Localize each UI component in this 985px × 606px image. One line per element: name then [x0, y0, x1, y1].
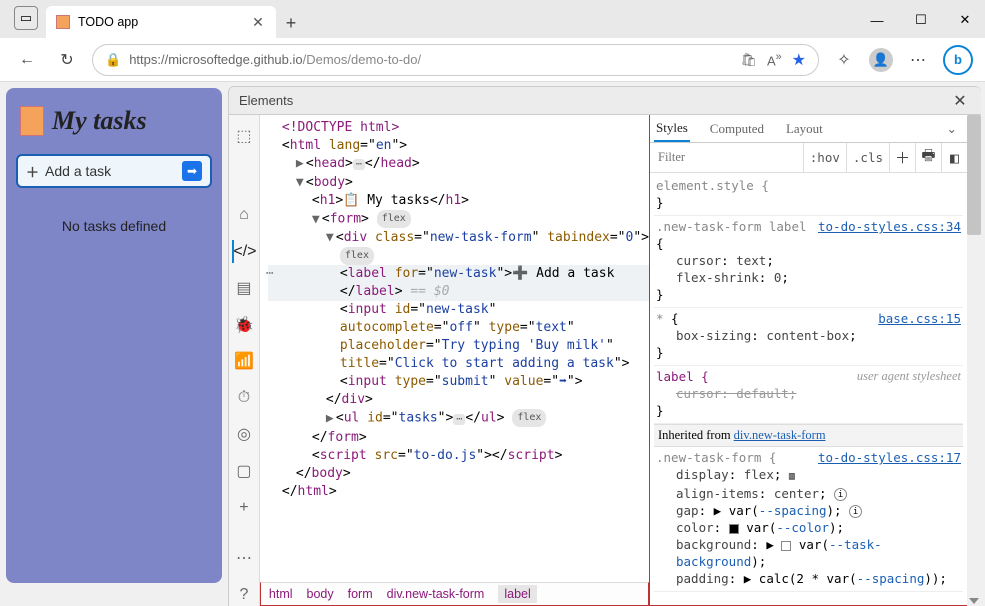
address-bar[interactable]: 🔒 https://microsoftedge.github.io/Demos/… [92, 44, 819, 76]
inherited-link[interactable]: div.new-task-form [734, 428, 826, 442]
tab-title: TODO app [78, 15, 242, 29]
source-link[interactable]: to-do-styles.css:17 [818, 449, 961, 466]
add-task-input[interactable]: ＋ Add a task ➡ [16, 154, 212, 188]
network-icon[interactable]: 📶 [232, 350, 256, 373]
add-panel-icon[interactable]: + [232, 496, 256, 519]
more-icon[interactable]: ⋯ [903, 45, 933, 75]
note-icon [20, 106, 44, 136]
favicon-icon [56, 15, 70, 29]
computed-sidebar-icon[interactable]: ◧ [941, 143, 967, 172]
devtools-activity-bar: ⬚ ⌂ </> ▤ 🐞 📶 ⏱ ◎ ▢ + ⋯ ? [229, 115, 260, 606]
elements-icon[interactable]: </> [232, 240, 256, 263]
memory-icon[interactable]: ◎ [232, 423, 256, 446]
styles-rules[interactable]: element.style { } .new-task-form label t… [650, 173, 967, 605]
console-icon[interactable]: ▤ [232, 277, 256, 300]
maximize-button[interactable]: ☐ [909, 8, 933, 32]
inspect-icon[interactable]: ⬚ [232, 125, 256, 148]
devtools-tab-elements[interactable]: Elements [239, 93, 293, 108]
shopping-icon[interactable]: 🛍 [740, 52, 757, 68]
read-aloud-icon[interactable]: A» [767, 51, 782, 68]
plus-icon: ＋ [26, 162, 39, 181]
more-tools-icon[interactable]: ⋯ [232, 547, 256, 570]
close-tab-icon[interactable]: ✕ [250, 14, 266, 31]
print-icon[interactable]: 🖶 [915, 143, 941, 172]
performance-icon[interactable]: ⏱ [232, 387, 256, 410]
help-icon[interactable]: ? [232, 583, 256, 606]
favorites-icon[interactable]: ✧ [829, 45, 859, 75]
page-viewport: My tasks ＋ Add a task ➡ No tasks defined [0, 82, 228, 606]
favorite-icon[interactable]: ★ [792, 50, 806, 70]
back-button[interactable]: ← [12, 45, 42, 75]
styles-filter-input[interactable] [650, 146, 803, 169]
bing-icon[interactable]: b [943, 45, 973, 75]
sources-icon[interactable]: 🐞 [232, 313, 256, 336]
source-link[interactable]: base.css:15 [878, 310, 961, 327]
tab-styles[interactable]: Styles [654, 116, 690, 142]
new-tab-button[interactable]: + [276, 8, 306, 38]
cls-toggle[interactable]: .cls [846, 143, 889, 172]
dom-breadcrumb[interactable]: html body form div.new-task-form label [260, 582, 649, 606]
dom-tree[interactable]: <!DOCTYPE html> <html lang="en"> ▶<head>… [260, 115, 649, 582]
url-text: https://microsoftedge.github.io/Demos/de… [129, 52, 732, 67]
browser-toolbar: ← ↻ 🔒 https://microsoftedge.github.io/De… [0, 38, 985, 82]
refresh-button[interactable]: ↻ [52, 45, 82, 75]
new-rule-icon[interactable]: ＋ [889, 143, 915, 172]
profile-avatar[interactable]: 👤 [869, 48, 893, 72]
add-task-label: Add a task [45, 163, 182, 179]
tab-computed[interactable]: Computed [708, 117, 766, 141]
source-link[interactable]: to-do-styles.css:34 [818, 218, 961, 235]
tab-actions-icon[interactable]: ▭ [14, 6, 38, 30]
welcome-icon[interactable]: ⌂ [232, 204, 256, 227]
empty-state: No tasks defined [16, 218, 212, 234]
lock-icon: 🔒 [105, 52, 121, 68]
page-title: My tasks [20, 106, 212, 136]
window-titlebar: ▭ TODO app ✕ + — ☐ ✕ [0, 0, 985, 38]
devtools: Elements ✕ ⬚ ⌂ </> ▤ 🐞 📶 ⏱ ◎ ▢ + ⋯ ? [228, 86, 981, 606]
devtools-close-icon[interactable]: ✕ [949, 90, 971, 112]
application-icon[interactable]: ▢ [232, 460, 256, 483]
close-window-button[interactable]: ✕ [953, 8, 977, 32]
hov-toggle[interactable]: :hov [803, 143, 846, 172]
submit-icon[interactable]: ➡ [182, 161, 202, 181]
tab-layout[interactable]: Layout [784, 117, 825, 141]
minimize-button[interactable]: — [865, 8, 889, 32]
browser-tab[interactable]: TODO app ✕ [46, 6, 276, 38]
styles-panel: Styles Computed Layout ⌄ :hov .cls ＋ 🖶 ◧ [649, 115, 967, 606]
scrollbar[interactable] [967, 115, 981, 606]
chevron-down-icon[interactable]: ⌄ [947, 121, 957, 137]
